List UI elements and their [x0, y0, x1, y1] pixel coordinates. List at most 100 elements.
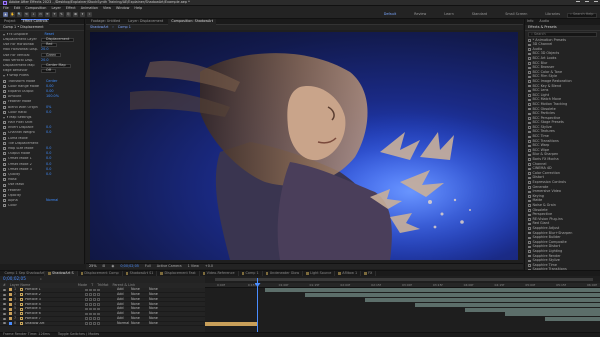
layer-trkmat[interactable]: None [131, 321, 145, 325]
stopwatch-icon[interactable] [3, 136, 6, 140]
fx-switch-icon[interactable] [89, 312, 92, 316]
label-color-icon[interactable] [9, 317, 12, 321]
visibility-eye-icon[interactable] [3, 317, 6, 320]
tab-project[interactable]: Project [2, 19, 18, 25]
type-tool-icon[interactable]: T [52, 12, 57, 17]
stopwatch-icon[interactable] [3, 152, 6, 156]
layer-mode[interactable]: Add [117, 297, 131, 301]
stopwatch-icon[interactable] [3, 79, 6, 83]
shy-switch-icon[interactable] [85, 298, 88, 301]
menu-effect[interactable]: Effect [66, 6, 76, 10]
menu-composition[interactable]: Composition [25, 6, 46, 10]
tab-info[interactable]: Info [527, 19, 533, 23]
3d-switch-icon[interactable] [97, 288, 100, 292]
brush-tool-icon[interactable]: ✎ [59, 12, 64, 17]
effect-property-value[interactable]: 0.00 [46, 89, 54, 93]
motion-blur-switch-icon[interactable] [93, 312, 96, 316]
3d-switch-icon[interactable] [97, 317, 100, 320]
visibility-eye-icon[interactable] [3, 308, 6, 311]
visibility-eye-icon[interactable] [3, 312, 6, 315]
layer-parent[interactable]: None [149, 321, 158, 325]
stopwatch-icon[interactable] [3, 178, 6, 182]
viewer-timecode[interactable]: 0;00;02;05 [120, 264, 139, 268]
effect-property-value[interactable]: 20.0 [41, 48, 49, 52]
effect-property-value[interactable]: 0.0 [46, 146, 51, 150]
workspace-standard[interactable]: Standard [472, 12, 487, 16]
effect-property-value[interactable]: 0.0 [46, 172, 51, 176]
stopwatch-icon[interactable] [3, 110, 6, 114]
shy-switch-icon[interactable] [85, 307, 88, 311]
label-color-icon[interactable] [9, 307, 12, 311]
layer-name[interactable]: Particle 2 [25, 293, 65, 296]
shy-switch-icon[interactable] [85, 303, 88, 306]
3d-switch-icon[interactable] [97, 307, 100, 311]
shy-switch-icon[interactable] [85, 317, 88, 320]
help-search-input[interactable]: ⌕ Search Help [567, 12, 597, 18]
layer-duration-bar[interactable] [265, 288, 600, 293]
timeline-timecode[interactable]: 0;00;02;05 [3, 277, 26, 281]
stopwatch-icon[interactable] [3, 183, 6, 187]
toggle-switches-button[interactable]: Toggle Switches / Modes [58, 332, 99, 336]
label-color-icon[interactable] [9, 293, 12, 297]
menu-window[interactable]: Window [116, 6, 129, 10]
stopwatch-icon[interactable] [3, 100, 6, 104]
visibility-eye-icon[interactable] [3, 288, 6, 291]
effect-property-value[interactable]: 20.0 [41, 58, 49, 62]
layer-duration-bar[interactable] [365, 297, 600, 303]
3d-switch-icon[interactable] [97, 298, 100, 301]
effect-property-value[interactable]: 0.0 [46, 131, 51, 135]
visibility-eye-icon[interactable] [3, 293, 6, 296]
stopwatch-icon[interactable] [3, 142, 6, 146]
tab-footage[interactable]: Footage: Untitled [88, 19, 123, 25]
menu-edit[interactable]: Edit [14, 6, 21, 10]
layer-name[interactable]: Particle 6 [25, 312, 65, 315]
pen-tool-icon[interactable]: ✒ [45, 12, 50, 17]
clone-tool-icon[interactable]: ⎘ [66, 12, 71, 17]
workspace-libraries[interactable]: Libraries [545, 12, 560, 16]
shape-tool-icon[interactable]: ▭ [38, 12, 43, 17]
effect-property-value[interactable]: 0.0 [46, 156, 51, 160]
effect-property-value[interactable]: 0% [46, 105, 51, 109]
motion-blur-switch-icon[interactable] [93, 303, 96, 306]
effect-property-value[interactable]: 0.0 [46, 125, 51, 129]
stopwatch-icon[interactable] [3, 95, 6, 99]
stopwatch-icon[interactable] [3, 173, 6, 177]
effect-property-value[interactable]: Center [46, 79, 57, 83]
label-color-icon[interactable] [9, 321, 12, 325]
layer-trkmat[interactable]: None [131, 316, 145, 320]
stopwatch-icon[interactable] [3, 193, 6, 197]
composition-viewer[interactable] [86, 30, 523, 263]
rotate-tool-icon[interactable]: ↻ [24, 12, 29, 17]
visibility-eye-icon[interactable] [3, 298, 6, 301]
view-layout-select[interactable]: 1 View [188, 264, 199, 268]
tab-audio[interactable]: Audio [539, 19, 549, 23]
stopwatch-icon[interactable] [3, 157, 6, 161]
stopwatch-icon[interactable] [3, 84, 6, 88]
visibility-eye-icon[interactable] [3, 322, 6, 325]
menu-animation[interactable]: Animation [81, 6, 98, 10]
disclosure-triangle-icon[interactable] [3, 33, 5, 36]
menu-view[interactable]: View [103, 6, 111, 10]
timeline-layer-row[interactable]: 8 Shadow Art Normal None None [0, 321, 205, 327]
stopwatch-icon[interactable] [3, 147, 6, 151]
effect-property-value[interactable]: Displacement [41, 37, 75, 42]
effect-property-value[interactable]: Green [41, 53, 62, 58]
layer-trkmat[interactable]: None [131, 292, 145, 296]
workspace-learn[interactable]: Learn [444, 12, 453, 16]
fx-switch-icon[interactable] [89, 288, 92, 292]
stopwatch-icon[interactable] [3, 121, 6, 125]
effect-property-value[interactable]: 0.0 [46, 162, 51, 166]
camera-select[interactable]: Active Camera [157, 264, 182, 268]
work-area-bar[interactable] [215, 278, 593, 281]
puppet-tool-icon[interactable]: ⌶ [87, 12, 92, 17]
motion-blur-switch-icon[interactable] [93, 293, 96, 296]
3d-switch-icon[interactable] [97, 312, 100, 316]
shy-switch-icon[interactable] [85, 288, 88, 292]
effect-property-value[interactable]: Off [41, 69, 57, 73]
stopwatch-icon[interactable] [3, 162, 6, 166]
layer-parent[interactable]: None [149, 292, 158, 296]
grid-icon[interactable]: ⊞ [103, 264, 106, 268]
playhead-line[interactable] [257, 278, 258, 332]
effect-property-value[interactable]: Normal [46, 198, 58, 202]
stopwatch-icon[interactable] [3, 126, 6, 130]
